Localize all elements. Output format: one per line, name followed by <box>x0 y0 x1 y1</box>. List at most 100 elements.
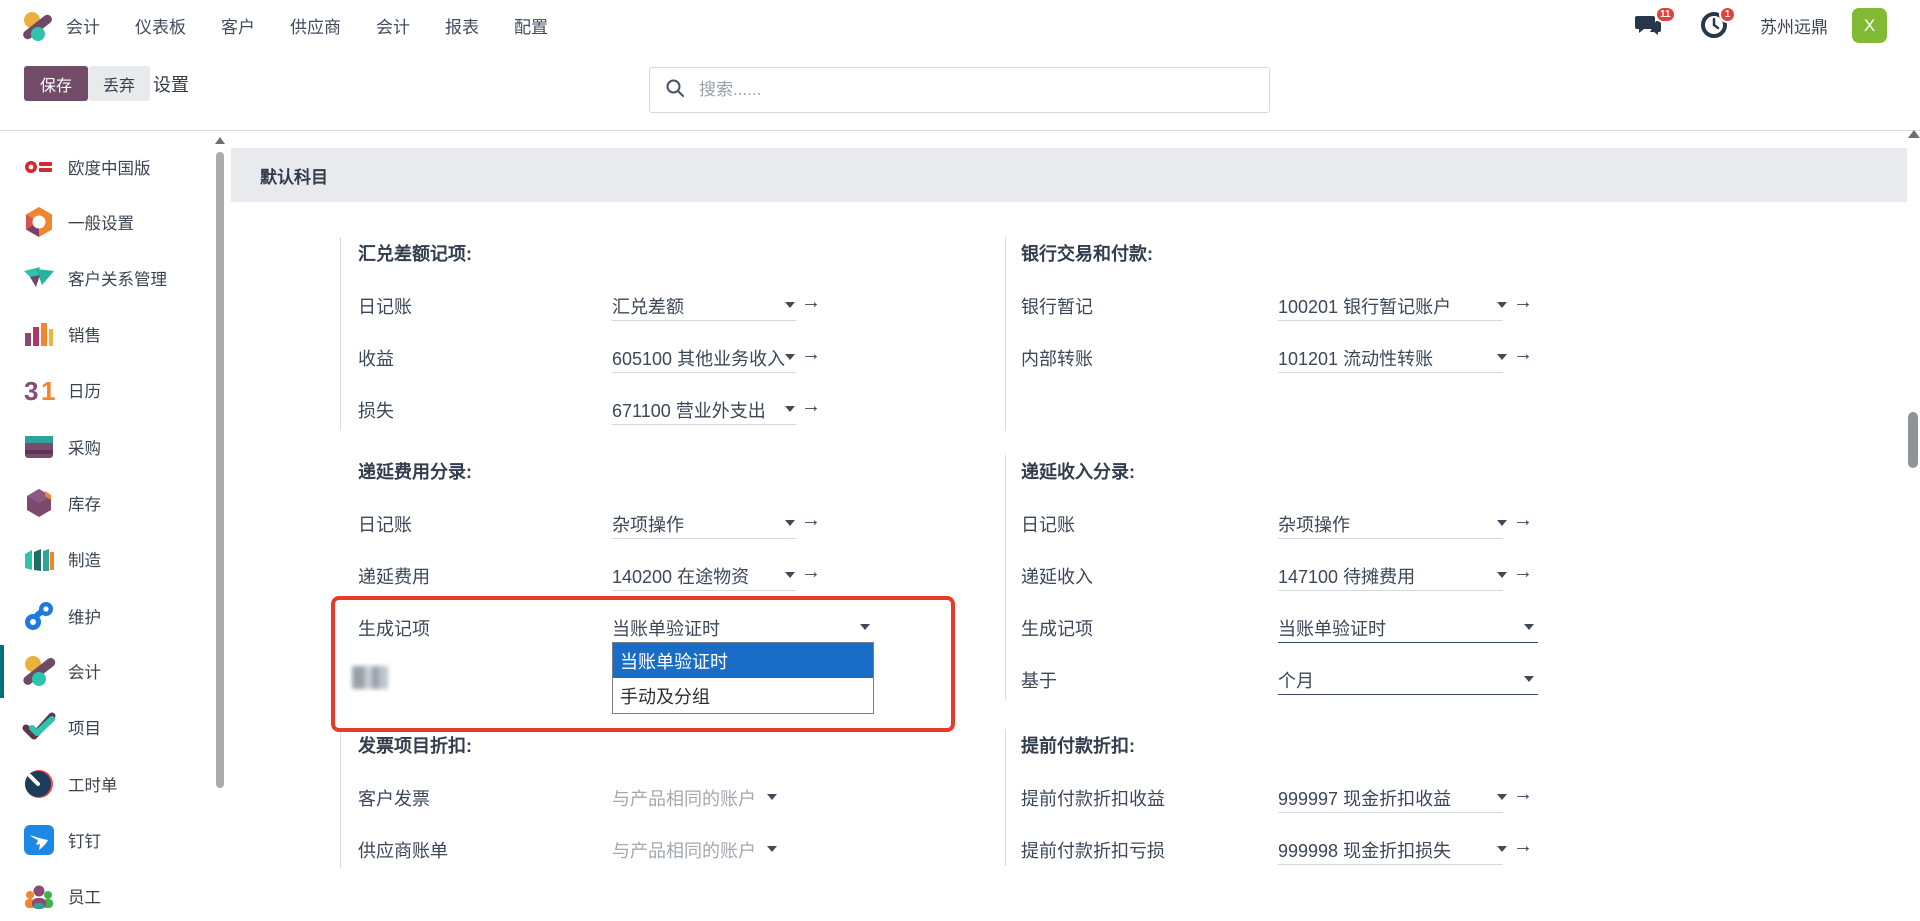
field-label: 提前付款折扣亏损 <box>1021 837 1165 863</box>
dropdown-caret-icon[interactable] <box>767 846 777 852</box>
dropdown-caret-icon[interactable] <box>785 302 795 308</box>
field-underline <box>612 538 796 539</box>
field-label: 递延费用 <box>358 563 430 589</box>
field-value[interactable]: 605100 其他业务收入 <box>612 345 785 371</box>
field-value[interactable]: 147100 待摊费用 <box>1278 563 1415 589</box>
sidebar-item-project[interactable]: 项目 <box>0 702 213 752</box>
sidebar-scrollbar-thumb[interactable] <box>216 152 224 788</box>
apps-sidebar: 欧度中国版一般设置客户关系管理销售31日历采购库存制造维护会计项目工时单钉钉员工 <box>0 131 213 913</box>
dropdown-option[interactable]: 当账单验证时 <box>613 643 873 678</box>
company-name[interactable]: 苏州远鼎 <box>1760 0 1828 50</box>
field-value[interactable]: 杂项操作 <box>612 511 684 537</box>
field-underline <box>612 320 796 321</box>
internal-link-arrow-icon[interactable]: → <box>801 395 821 418</box>
dropdown-option[interactable]: 手动及分组 <box>613 678 873 713</box>
sidebar-item-calendar[interactable]: 31日历 <box>0 365 213 415</box>
internal-link-arrow-icon[interactable]: → <box>1513 783 1533 806</box>
sidebar-item-label: 会计 <box>68 654 101 688</box>
field-value[interactable]: 140200 在途物资 <box>612 563 749 589</box>
nav-item-customers[interactable]: 客户 <box>221 13 255 38</box>
sidebar-item-inventory[interactable]: 库存 <box>0 478 213 528</box>
form-row: 内部转账101201 流动性转账→ <box>1005 345 1565 375</box>
internal-link-arrow-icon[interactable]: → <box>1513 343 1533 366</box>
dingtalk-icon <box>22 823 56 857</box>
field-value[interactable]: 当账单验证时 <box>1278 615 1386 641</box>
window-scrollbar-up-arrow[interactable] <box>1908 130 1920 138</box>
sidebar-item-sales[interactable]: 销售 <box>0 309 213 359</box>
nav-app-title[interactable]: 会计 <box>66 13 100 38</box>
sidebar-item-label: 欧度中国版 <box>68 150 151 184</box>
field-value[interactable]: 与产品相同的账户 <box>612 837 756 863</box>
sidebar-item-label: 维护 <box>68 599 101 633</box>
sidebar-item-general-settings[interactable]: 一般设置 <box>0 197 213 247</box>
dropdown-caret-icon[interactable] <box>1497 354 1507 360</box>
sidebar-item-manufacturing[interactable]: 制造 <box>0 534 213 584</box>
active-app-indicator <box>0 645 4 698</box>
internal-link-arrow-icon[interactable]: → <box>1513 509 1533 532</box>
group-heading: 递延收入分录: <box>1021 458 1135 484</box>
dropdown-caret-icon[interactable] <box>767 794 777 800</box>
sidebar-item-label: 钉钉 <box>68 823 101 857</box>
user-avatar[interactable]: X <box>1852 8 1887 43</box>
form-row: 提前付款折扣收益999997 现金折扣收益→ <box>1005 785 1565 815</box>
field-underline <box>612 372 796 373</box>
dropdown-caret-icon[interactable] <box>1497 572 1507 578</box>
internal-link-arrow-icon[interactable]: → <box>801 561 821 584</box>
internal-link-arrow-icon[interactable]: → <box>1513 291 1533 314</box>
field-value[interactable]: 671100 营业外支出 <box>612 397 766 423</box>
nav-item-dashboard[interactable]: 仪表板 <box>135 13 186 38</box>
dropdown-caret-icon[interactable] <box>785 572 795 578</box>
internal-link-arrow-icon[interactable]: → <box>801 509 821 532</box>
dropdown-caret-icon[interactable] <box>1524 624 1534 630</box>
discard-button[interactable]: 丢弃 <box>88 66 150 101</box>
field-value[interactable]: 个月 <box>1278 667 1314 693</box>
sidebar-item-employees[interactable]: 员工 <box>0 871 213 921</box>
dropdown-caret-icon[interactable] <box>785 354 795 360</box>
internal-link-arrow-icon[interactable]: → <box>1513 835 1533 858</box>
save-button[interactable]: 保存 <box>24 66 88 101</box>
dropdown-caret-icon[interactable] <box>785 520 795 526</box>
dropdown-caret-icon[interactable] <box>1524 676 1534 682</box>
sidebar-item-label: 一般设置 <box>68 205 134 239</box>
field-value[interactable]: 与产品相同的账户 <box>612 785 756 811</box>
internal-link-arrow-icon[interactable]: → <box>801 343 821 366</box>
sidebar-item-label: 库存 <box>68 486 101 520</box>
field-value[interactable]: 100201 银行暂记账户 <box>1278 293 1451 319</box>
dropdown-caret-icon[interactable] <box>860 624 870 630</box>
sidebar-item-crm[interactable]: 客户关系管理 <box>0 253 213 303</box>
dropdown-caret-icon[interactable] <box>1497 302 1507 308</box>
field-value[interactable]: 当账单验证时 <box>612 615 720 641</box>
sidebar-item-accounting[interactable]: 会计 <box>0 646 213 696</box>
dropdown-caret-icon[interactable] <box>1497 794 1507 800</box>
form-row: 生成记项当账单验证时 <box>1005 615 1565 645</box>
field-value[interactable]: 杂项操作 <box>1278 511 1350 537</box>
odoo-accounting-logo-icon[interactable] <box>22 11 54 41</box>
sidebar-item-label: 制造 <box>68 542 101 576</box>
form-row: 损失671100 营业外支出→ <box>340 397 900 427</box>
form-row: 收益605100 其他业务收入→ <box>340 345 900 375</box>
field-value[interactable]: 999998 现金折扣损失 <box>1278 837 1451 863</box>
sidebar-item-timesheet[interactable]: 工时单 <box>0 759 213 809</box>
sidebar-item-oudu-logo[interactable]: 欧度中国版 <box>0 142 213 192</box>
field-value[interactable]: 101201 流动性转账 <box>1278 345 1433 371</box>
field-label: 递延收入 <box>1021 563 1093 589</box>
dropdown-caret-icon[interactable] <box>1497 846 1507 852</box>
field-label: 日记账 <box>1021 511 1075 537</box>
sidebar-item-maintenance[interactable]: 维护 <box>0 591 213 641</box>
nav-item-vendors[interactable]: 供应商 <box>290 13 341 38</box>
sidebar-scrollbar-up-arrow[interactable] <box>215 137 225 144</box>
sidebar-item-label: 客户关系管理 <box>68 261 167 295</box>
dropdown-caret-icon[interactable] <box>785 406 795 412</box>
field-value[interactable]: 汇兑差额 <box>612 293 684 319</box>
group-heading: 递延费用分录: <box>358 458 472 484</box>
window-scrollbar-thumb[interactable] <box>1908 412 1918 468</box>
internal-link-arrow-icon[interactable]: → <box>1513 561 1533 584</box>
form-row: 日记账汇兑差额→ <box>340 293 900 323</box>
dropdown-caret-icon[interactable] <box>1497 520 1507 526</box>
field-underline <box>1278 320 1503 321</box>
internal-link-arrow-icon[interactable]: → <box>801 291 821 314</box>
field-value[interactable]: 999997 现金折扣收益 <box>1278 785 1451 811</box>
group-heading: 汇兑差额记项: <box>358 240 472 266</box>
sidebar-item-dingtalk[interactable]: 钉钉 <box>0 815 213 865</box>
sidebar-item-purchase[interactable]: 采购 <box>0 422 213 472</box>
